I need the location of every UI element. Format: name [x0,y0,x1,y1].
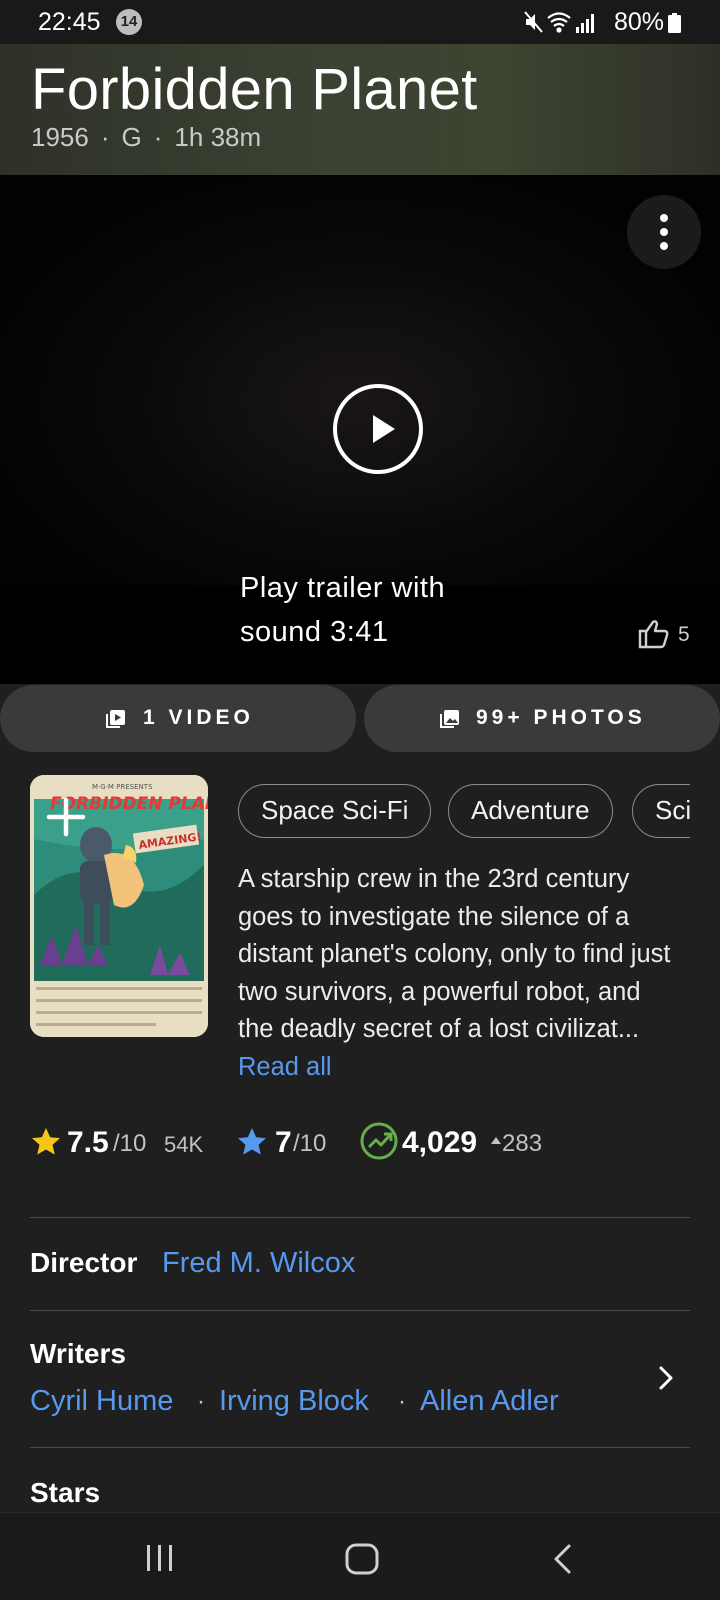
genre-chip[interactable]: Space Sci-Fi [238,784,432,838]
stars-label: Stars [30,1477,101,1508]
movie-meta: 1956 · G · 1h 38m [31,122,261,153]
battery-percent: 80% [614,8,665,36]
signal-icon [576,14,594,33]
imdb-rating-scale: /10 [113,1130,147,1157]
release-year: 1956 [31,122,89,152]
photo-library-icon [440,710,459,728]
caret-up-icon [491,1137,501,1144]
divider [30,1310,690,1311]
writer-link[interactable]: Irving Block [219,1385,369,1418]
user-rating-scale: /10 [293,1130,327,1157]
play-trailer-label[interactable]: Play trailer with sound 3:41 [240,566,500,654]
meta-separator: · [153,122,163,152]
back-icon[interactable] [552,1543,574,1575]
recent-apps-icon[interactable] [144,1543,176,1573]
popularity-rank[interactable]: 4,029 [402,1126,477,1160]
ratings-row: 7.5 /10 54K 7 /10 4,029 283 [30,1118,690,1168]
status-icons [524,11,594,33]
user-rating[interactable]: 7 [275,1126,292,1160]
chevron-right-icon[interactable] [658,1365,674,1391]
thumbs-up-icon [638,620,669,649]
trailer-like-count: 5 [678,623,690,646]
director-link[interactable]: Fred M. Wilcox [162,1247,355,1280]
trailer-player[interactable]: Play trailer with sound 3:41 5 [0,175,720,684]
videos-button[interactable]: 1 VIDEO [0,685,356,752]
play-icon [373,415,395,443]
trailer-frame [0,175,720,585]
genre-chip[interactable]: Sci-Fi [632,784,690,838]
media-buttons: 1 VIDEO 99+ PHOTOS [0,685,720,752]
home-icon[interactable] [344,1542,380,1576]
status-time: 22:45 [38,8,101,36]
star-outline-icon[interactable] [236,1126,268,1158]
writer-separator: · [398,1388,406,1415]
star-icon [32,1128,60,1155]
more-options-button[interactable] [627,195,701,269]
photos-label: 99+ PHOTOS [476,706,646,729]
system-nav-bar [0,1512,720,1600]
trending-up-icon [360,1122,398,1160]
page-title: Forbidden Planet [31,57,478,122]
video-library-icon [106,710,125,728]
status-bar: 22:45 14 80% [0,0,720,44]
meta-separator: · [100,122,110,152]
writer-link[interactable]: Allen Adler [420,1385,559,1418]
movie-poster[interactable]: AMAZING! FORBIDDEN PLANET M·G·M PRESENTS [30,775,208,1037]
content-rating: G [121,122,142,152]
read-all-link[interactable]: Read all [238,1053,332,1081]
writer-link[interactable]: Cyril Hume [30,1385,173,1418]
title-header: Forbidden Planet 1956 · G · 1h 38m [0,44,720,175]
play-trailer-button[interactable] [333,384,423,474]
imdb-rating[interactable]: 7.5 [67,1126,109,1160]
writers-label: Writers [30,1338,126,1369]
mute-icon [524,11,543,33]
photos-button[interactable]: 99+ PHOTOS [364,685,720,752]
genre-chips: Space Sci-Fi Adventure Sci-Fi [238,784,690,840]
popularity-change: 283 [502,1130,543,1157]
writer-separator: · [197,1388,205,1415]
divider [30,1447,690,1448]
divider [30,1217,690,1218]
videos-label: 1 VIDEO [143,706,254,729]
notification-count-badge: 14 [116,9,142,35]
runtime: 1h 38m [174,122,262,152]
imdb-vote-count: 54K [164,1132,204,1157]
battery-icon [668,13,681,33]
plus-icon[interactable] [46,797,86,837]
plot-summary: A starship crew in the 23rd century goes… [238,861,678,1086]
svg-text:M·G·M PRESENTS: M·G·M PRESENTS [92,783,153,791]
genre-chip[interactable]: Adventure [448,784,613,838]
plot-text: A starship crew in the 23rd century goes… [238,865,671,1043]
wifi-icon [547,12,571,33]
director-label: Director [30,1247,138,1278]
